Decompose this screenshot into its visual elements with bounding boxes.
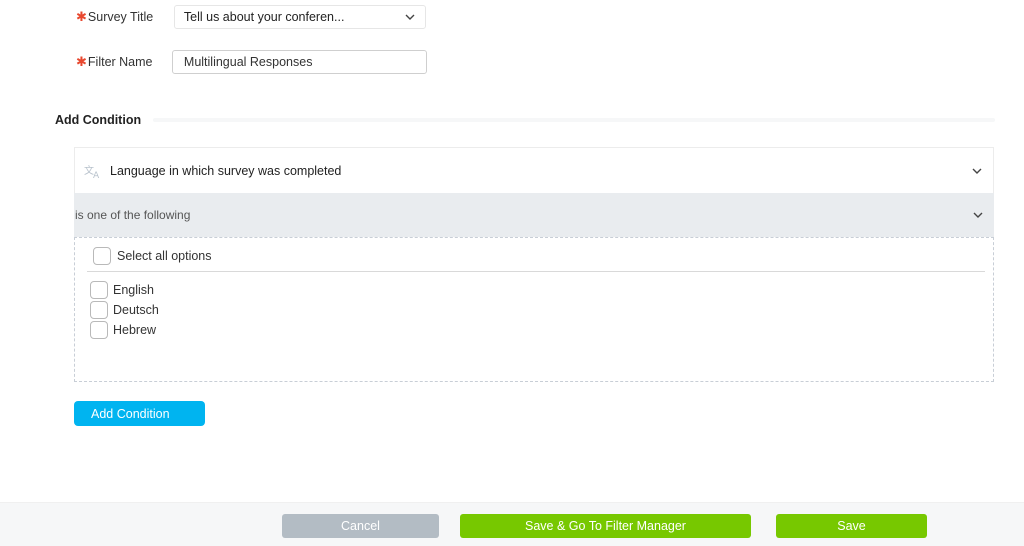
- option-checkbox[interactable]: [90, 321, 108, 339]
- option-list: English Deutsch Hebrew: [90, 280, 159, 340]
- required-asterisk-icon: ✱: [76, 9, 87, 24]
- option-checkbox[interactable]: [90, 281, 108, 299]
- condition-field-select[interactable]: 文 A Language in which survey was complet…: [74, 147, 994, 193]
- option-hebrew[interactable]: Hebrew: [90, 320, 159, 340]
- option-checkbox[interactable]: [90, 301, 108, 319]
- svg-text:A: A: [93, 171, 100, 179]
- filter-name-row: ✱ Filter Name: [76, 50, 427, 74]
- condition-operator-select[interactable]: is one of the following: [74, 193, 994, 237]
- footer-action-bar: Cancel Save & Go To Filter Manager Save: [0, 502, 1024, 546]
- add-condition-heading: Add Condition: [55, 113, 142, 127]
- survey-title-selected-value: Tell us about your conferen...: [183, 10, 345, 24]
- section-divider: [153, 118, 995, 122]
- option-label: English: [113, 283, 154, 297]
- required-asterisk-icon: ✱: [76, 54, 87, 69]
- condition-field-label: Language in which survey was completed: [110, 163, 342, 178]
- select-all-label: Select all options: [117, 249, 212, 263]
- survey-title-label: Survey Title: [87, 10, 154, 24]
- survey-title-row: ✱ Survey Title Tell us about your confer…: [76, 5, 426, 29]
- filter-name-input[interactable]: [171, 50, 427, 74]
- add-condition-section-heading: Add Condition: [55, 113, 995, 127]
- select-all-checkbox[interactable]: [93, 247, 111, 265]
- add-condition-button[interactable]: Add Condition: [74, 401, 205, 426]
- chevron-down-icon: [972, 168, 982, 174]
- save-button[interactable]: Save: [776, 514, 927, 538]
- filter-editor-page: ✱ Survey Title Tell us about your confer…: [0, 0, 1024, 546]
- chevron-down-icon: [973, 212, 983, 218]
- filter-name-label: Filter Name: [87, 55, 153, 69]
- chevron-down-icon: [405, 14, 415, 20]
- options-divider: [87, 271, 985, 272]
- survey-title-select[interactable]: Tell us about your conferen...: [173, 5, 426, 29]
- option-label: Hebrew: [113, 323, 157, 337]
- option-label: Deutsch: [113, 303, 159, 317]
- select-all-option[interactable]: Select all options: [93, 247, 212, 265]
- condition-options-panel: Select all options English Deutsch Hebre…: [74, 237, 994, 382]
- option-deutsch[interactable]: Deutsch: [90, 300, 159, 320]
- condition-card: 文 A Language in which survey was complet…: [74, 147, 994, 382]
- translate-icon: 文 A: [84, 164, 100, 179]
- save-and-go-to-filter-manager-button[interactable]: Save & Go To Filter Manager: [460, 514, 751, 538]
- option-english[interactable]: English: [90, 280, 159, 300]
- condition-operator-label: is one of the following: [75, 208, 191, 222]
- cancel-button[interactable]: Cancel: [282, 514, 439, 538]
